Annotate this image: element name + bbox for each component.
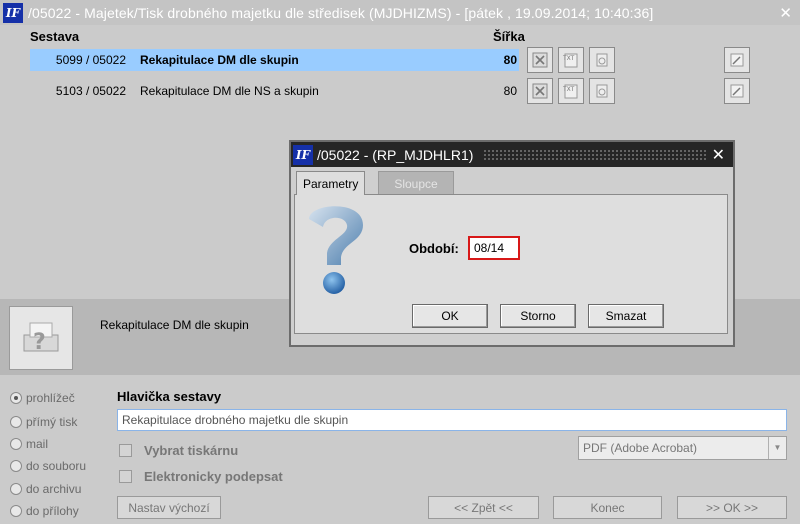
radio-dot[interactable] — [10, 416, 22, 428]
svg-text:TXT: TXT — [562, 55, 575, 62]
dialog-titlebar-grip — [483, 149, 707, 160]
radio-primy-tisk[interactable]: přímý tisk — [10, 415, 77, 429]
parameters-panel: Období: 08/14 OK Storno Smazat — [294, 194, 728, 334]
radio-do-archivu[interactable]: do archivu — [10, 482, 81, 496]
printer-select-value: PDF (Adobe Acrobat) — [583, 441, 698, 455]
dialog-cancel-button[interactable]: Storno — [500, 304, 576, 328]
output-settings: prohlížeč přímý tisk mail do souboru do … — [0, 375, 800, 524]
parameters-dialog: IF /05022 - (RP_MJDHLR1) ✕ Parametry Slo… — [289, 140, 735, 347]
radio-dot[interactable] — [10, 460, 22, 472]
radio-prohlizec[interactable]: prohlížeč — [10, 391, 75, 405]
report-width[interactable]: 80 — [493, 80, 519, 102]
window-title: /05022 - Majetek/Tisk drobného majetku d… — [28, 4, 654, 21]
report-name: Rekapitulace DM dle NS a skupin — [140, 84, 319, 98]
dialog-clear-button[interactable]: Smazat — [588, 304, 664, 328]
printer-question-icon: ? — [9, 306, 73, 370]
app-logo-icon: IF — [3, 2, 23, 23]
radio-label: do archivu — [26, 482, 82, 496]
radio-dot[interactable] — [10, 392, 22, 404]
report-name: Rekapitulace DM dle skupin — [140, 53, 299, 67]
report-header-label: Hlavička sestavy — [117, 389, 222, 404]
excel-icon[interactable] — [527, 78, 553, 104]
column-header-sestava: Sestava — [30, 29, 80, 44]
checkbox-label: Elektronicky podepsat — [144, 469, 283, 484]
svg-text:?: ? — [33, 330, 46, 355]
ok-button[interactable]: >> OK >> — [677, 496, 787, 519]
print-icon[interactable] — [589, 78, 615, 104]
checkbox-label: Vybrat tiskárnu — [144, 443, 239, 458]
edit-icon[interactable] — [724, 47, 750, 73]
tab-parametry[interactable]: Parametry — [296, 171, 366, 195]
report-code: 5099 / 05022 — [55, 53, 126, 67]
report-row[interactable]: 5099 / 05022 Rekapitulace DM dle skupin — [30, 49, 518, 71]
txt-icon[interactable]: TXT — [558, 78, 584, 104]
dialog-title: /05022 - (RP_MJDHLR1) — [317, 146, 474, 163]
radio-dot[interactable] — [10, 483, 22, 495]
end-button[interactable]: Konec — [553, 496, 662, 519]
chevron-down-icon[interactable]: ▼ — [768, 437, 786, 459]
radio-do-souboru[interactable]: do souboru — [10, 459, 86, 473]
checkbox-box[interactable] — [119, 444, 132, 457]
app-logo-icon: IF — [293, 144, 313, 165]
radio-dot[interactable] — [10, 505, 22, 517]
period-input[interactable]: 08/14 — [468, 236, 520, 260]
back-button[interactable]: << Zpět << — [428, 496, 539, 519]
radio-do-prilohy[interactable]: do přílohy — [10, 504, 79, 518]
window-close-icon[interactable]: ✕ — [779, 4, 792, 22]
radio-label: přímý tisk — [26, 415, 78, 429]
radio-label: do souboru — [26, 459, 87, 473]
e-sign-checkbox[interactable]: Elektronicky podepsat — [119, 469, 283, 484]
edit-icon[interactable] — [724, 78, 750, 104]
dialog-ok-button[interactable]: OK — [412, 304, 488, 328]
tab-sloupce[interactable]: Sloupce — [378, 171, 454, 195]
excel-icon[interactable] — [527, 47, 553, 73]
choose-printer-checkbox[interactable]: Vybrat tiskárnu — [119, 443, 238, 458]
dialog-close-icon[interactable]: ✕ — [712, 145, 725, 165]
report-header-input[interactable]: Rekapitulace drobného majetku dle skupin — [117, 409, 787, 431]
radio-label: do přílohy — [26, 504, 79, 518]
report-code: 5103 / 05022 — [55, 84, 126, 98]
printer-select[interactable]: PDF (Adobe Acrobat) ▼ — [578, 436, 787, 460]
radio-label: mail — [26, 437, 49, 451]
column-header-sirka: Šířka — [493, 29, 525, 44]
set-defaults-button[interactable]: Nastav výchozí — [117, 496, 221, 519]
selected-report-name: Rekapitulace DM dle skupin — [100, 318, 249, 332]
main-titlebar: IF /05022 - Majetek/Tisk drobného majetk… — [0, 0, 800, 25]
radio-mail[interactable]: mail — [10, 437, 48, 451]
report-row[interactable]: 5103 / 05022 Rekapitulace DM dle NS a sk… — [30, 80, 518, 102]
period-label: Období: — [409, 241, 459, 256]
report-width[interactable]: 80 — [493, 49, 519, 71]
print-icon[interactable] — [589, 47, 615, 73]
radio-dot[interactable] — [10, 438, 22, 450]
radio-label: prohlížeč — [26, 391, 75, 405]
checkbox-box[interactable] — [119, 470, 132, 483]
dialog-titlebar[interactable]: IF /05022 - (RP_MJDHLR1) ✕ — [291, 142, 733, 167]
txt-icon[interactable]: TXT — [558, 47, 584, 73]
question-mark-icon — [309, 206, 363, 294]
svg-text:TXT: TXT — [562, 86, 575, 93]
